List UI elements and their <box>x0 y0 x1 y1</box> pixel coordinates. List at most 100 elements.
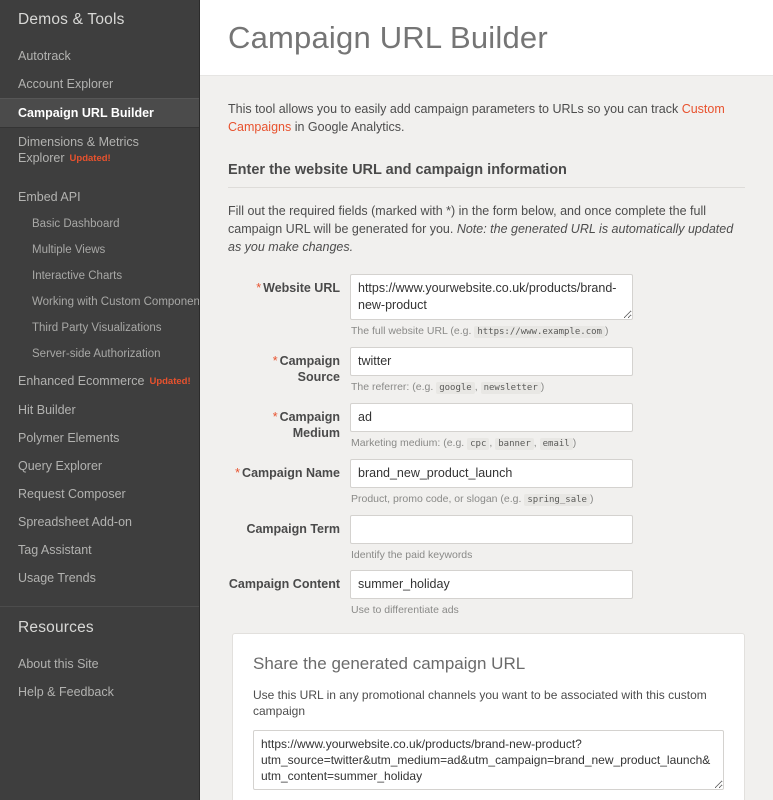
page-title: Campaign URL Builder <box>228 20 548 55</box>
hint-code: spring_sale <box>524 494 590 506</box>
label-text: Campaign Name <box>242 466 340 480</box>
form-row-campaign-medium: *Campaign Medium Marketing medium: (e.g.… <box>228 403 745 451</box>
sidebar-group-demos-tools: Demos & Tools Autotrack Account Explorer… <box>0 0 199 592</box>
field-wrap-campaign-content: Use to differentiate ads <box>350 570 633 617</box>
sidebar-item-label: Interactive Charts <box>32 270 123 282</box>
hint-text: Product, promo code, or slogan (e.g. <box>351 493 525 505</box>
label-text: Campaign Medium <box>279 410 340 440</box>
sidebar-item-multiple-views[interactable]: Multiple Views <box>0 237 199 263</box>
campaign-term-input[interactable] <box>350 515 633 544</box>
sidebar-item-working-with-custom-components[interactable]: Working with Custom Components <box>0 289 199 315</box>
sidebar-item-label: Embed API <box>18 190 81 204</box>
sidebar-item-campaign-url-builder[interactable]: Campaign URL Builder <box>0 98 199 128</box>
sidebar-item-help-feedback[interactable]: Help & Feedback <box>0 678 199 706</box>
campaign-name-input[interactable] <box>350 459 633 488</box>
sidebar: Demos & Tools Autotrack Account Explorer… <box>0 0 200 800</box>
label-campaign-content: Campaign Content <box>228 570 350 617</box>
label-campaign-term: Campaign Term <box>228 515 350 562</box>
hint-suffix: ) <box>604 325 609 337</box>
label-text: Campaign Content <box>228 577 340 591</box>
campaign-source-input[interactable] <box>350 347 633 376</box>
sidebar-item-enhanced-ecommerce[interactable]: Enhanced Ecommerce Updated! <box>0 367 199 396</box>
sidebar-item-label: Multiple Views <box>32 244 106 256</box>
intro-text-1: This tool allows you to easily add campa… <box>228 102 682 116</box>
sidebar-item-label: Hit Builder <box>18 403 76 417</box>
sidebar-item-hit-builder[interactable]: Hit Builder <box>0 396 199 424</box>
label-campaign-medium: * Campaign Medium <box>228 403 350 451</box>
hint-text: The full website URL (e.g. <box>351 325 475 337</box>
sidebar-item-label: About this Site <box>18 657 99 671</box>
sidebar-group-title-resources: Resources <box>18 619 94 636</box>
form-row-campaign-name: *Campaign Name Product, promo code, or s… <box>228 459 745 507</box>
label-campaign-name: * Campaign Name <box>228 459 350 507</box>
sidebar-item-label: Tag Assistant <box>18 543 92 557</box>
sidebar-item-label: Spreadsheet Add-on <box>18 515 132 529</box>
intro-paragraph: This tool allows you to easily add campa… <box>228 100 745 136</box>
label-website-url: * Website URL <box>228 274 350 339</box>
hint-code: newsletter <box>480 382 541 394</box>
sidebar-item-polymer-elements[interactable]: Polymer Elements <box>0 424 199 452</box>
sidebar-item-label: Query Explorer <box>18 459 103 473</box>
sidebar-item-label: Server-side Authorization <box>32 348 161 360</box>
sidebar-item-embed-api[interactable]: Embed API <box>0 183 199 211</box>
required-asterisk: * <box>272 354 278 368</box>
page-header: Campaign URL Builder <box>200 0 773 76</box>
field-wrap-campaign-source: The referrer: (e.g. google, newsletter) <box>350 347 633 395</box>
hint-suffix: ) <box>572 437 577 449</box>
hint-campaign-content: Use to differentiate ads <box>351 604 459 616</box>
sidebar-item-basic-dashboard[interactable]: Basic Dashboard <box>0 211 199 237</box>
form-row-campaign-content: Campaign Content Use to differentiate ad… <box>228 570 745 617</box>
intro-text-2: in Google Analytics. <box>291 120 405 134</box>
hint-campaign-source: The referrer: (e.g. google, newsletter) <box>351 380 633 395</box>
sidebar-item-about-this-site[interactable]: About this Site <box>0 650 199 678</box>
label-text: Campaign Term <box>246 522 340 536</box>
sidebar-item-label: Campaign URL Builder <box>18 106 154 120</box>
sidebar-item-account-explorer[interactable]: Account Explorer <box>0 70 199 98</box>
sidebar-item-request-composer[interactable]: Request Composer <box>0 480 199 508</box>
field-wrap-campaign-name: Product, promo code, or slogan (e.g. spr… <box>350 459 633 507</box>
section-description: Fill out the required fields (marked wit… <box>228 202 745 256</box>
hint-text: The referrer: (e.g. <box>351 381 437 393</box>
label-campaign-source: * Campaign Source <box>228 347 350 395</box>
sidebar-item-badge: Updated! <box>69 153 111 164</box>
hint-code: google <box>436 382 475 394</box>
field-wrap-website-url: The full website URL (e.g. https://www.e… <box>350 274 633 339</box>
form-row-website-url: *Website URL The full website URL (e.g. … <box>228 274 745 339</box>
form-row-campaign-term: Campaign Term Identify the paid keywords <box>228 515 745 562</box>
sidebar-group-title-demos-tools: Demos & Tools <box>18 11 125 28</box>
required-asterisk: * <box>256 281 262 295</box>
campaign-content-input[interactable] <box>350 570 633 599</box>
share-generated-url-panel: Share the generated campaign URL Use thi… <box>232 633 745 800</box>
label-text: Website URL <box>263 281 340 295</box>
sidebar-item-usage-trends[interactable]: Usage Trends <box>0 564 199 592</box>
share-panel-title: Share the generated campaign URL <box>253 654 526 673</box>
hint-suffix: ) <box>540 381 545 393</box>
hint-campaign-name: Product, promo code, or slogan (e.g. spr… <box>351 492 633 507</box>
hint-website-url: The full website URL (e.g. https://www.e… <box>351 324 633 339</box>
hint-sep: , <box>533 437 540 449</box>
sidebar-item-label: Request Composer <box>18 487 126 501</box>
sidebar-item-badge: Updated! <box>149 376 191 387</box>
sidebar-item-label: Basic Dashboard <box>32 218 120 230</box>
sidebar-item-spreadsheet-add-on[interactable]: Spreadsheet Add-on <box>0 508 199 536</box>
hint-code: cpc <box>467 438 490 450</box>
hint-suffix: ) <box>589 493 594 505</box>
sidebar-item-third-party-visualizations[interactable]: Third Party Visualizations <box>0 315 199 341</box>
sidebar-item-label: Autotrack <box>18 49 71 63</box>
sidebar-item-server-side-authorization[interactable]: Server-side Authorization <box>0 341 199 367</box>
sidebar-item-label: Usage Trends <box>18 571 96 585</box>
sidebar-item-query-explorer[interactable]: Query Explorer <box>0 452 199 480</box>
form-row-campaign-source: *Campaign Source The referrer: (e.g. goo… <box>228 347 745 395</box>
sidebar-item-dimensions-metrics-explorer[interactable]: Dimensions & Metrics Explorer Updated! <box>0 128 199 173</box>
hint-campaign-medium: Marketing medium: (e.g. cpc, banner, ema… <box>351 436 633 451</box>
sidebar-item-interactive-charts[interactable]: Interactive Charts <box>0 263 199 289</box>
share-panel-description: Use this URL in any promotional channels… <box>253 688 707 718</box>
campaign-medium-input[interactable] <box>350 403 633 432</box>
sidebar-item-autotrack[interactable]: Autotrack <box>0 42 199 70</box>
website-url-input[interactable] <box>350 274 633 320</box>
sidebar-item-tag-assistant[interactable]: Tag Assistant <box>0 536 199 564</box>
campaign-form: *Website URL The full website URL (e.g. … <box>228 274 745 617</box>
main-content: Campaign URL Builder This tool allows yo… <box>200 0 773 800</box>
generated-url-textarea[interactable] <box>253 730 724 790</box>
